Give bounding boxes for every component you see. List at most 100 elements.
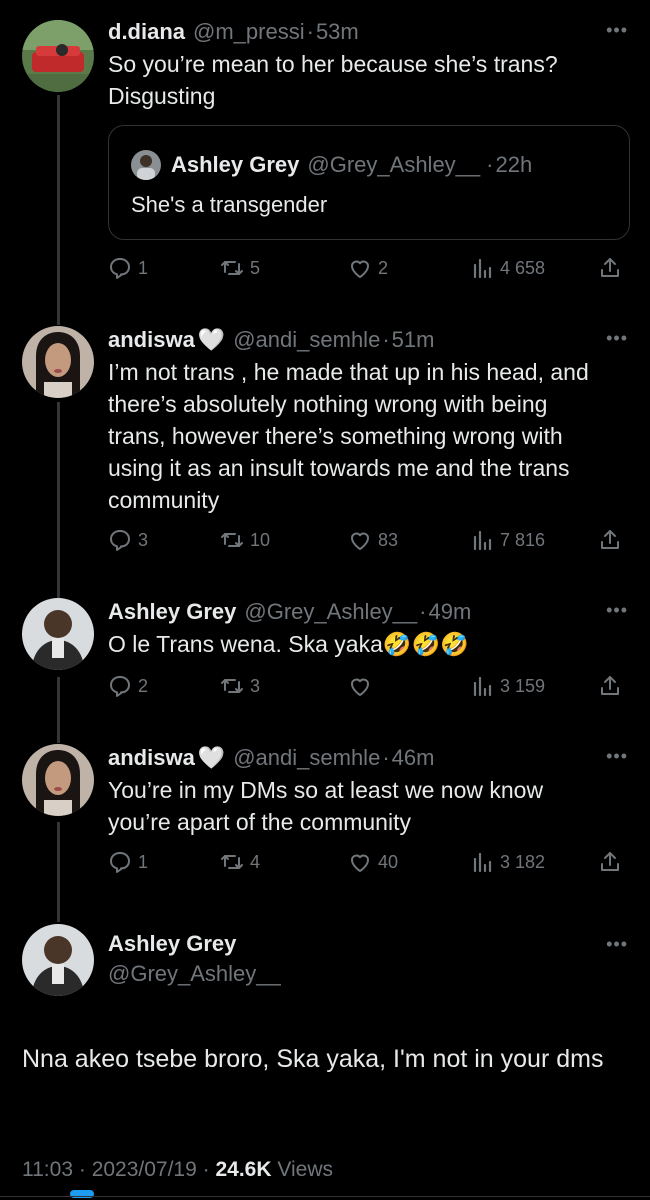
retweet-count: 5 [250, 257, 261, 278]
reply-button[interactable]: 1 [108, 850, 148, 874]
share-button[interactable] [598, 256, 628, 280]
reply-count: 3 [138, 529, 149, 550]
like-button[interactable]: 2 [348, 256, 388, 280]
retweet-button[interactable]: 5 [220, 256, 260, 280]
like-count: 2 [378, 257, 389, 278]
quoted-user-handle: @Grey_Ashley__ [307, 152, 481, 177]
more-options-icon[interactable]: ••• [606, 934, 628, 955]
retweet-icon [220, 256, 244, 280]
separator: · [382, 745, 390, 770]
laughing-emoji: 🤣🤣🤣 [382, 631, 469, 657]
heart-icon [348, 850, 372, 874]
display-name[interactable]: Ashley Grey [108, 930, 236, 958]
avatar[interactable] [22, 744, 94, 816]
heart-icon [348, 256, 372, 280]
like-count: 83 [378, 529, 399, 550]
avatar[interactable] [22, 598, 94, 670]
views-button[interactable]: 3 182 [470, 850, 545, 874]
retweet-icon [220, 850, 244, 874]
share-icon [598, 528, 622, 552]
tweet[interactable]: andiswa 🤍 @andi_semhle · 51m I’m not tran… [0, 320, 650, 580]
more-options-icon[interactable]: ••• [606, 20, 628, 41]
reply-count: 2 [138, 675, 149, 696]
more-options-icon[interactable]: ••• [606, 746, 628, 767]
reply-button[interactable]: 1 [108, 256, 148, 280]
retweet-button[interactable]: 4 [220, 850, 260, 874]
reply-count: 1 [138, 851, 149, 872]
display-name[interactable]: andiswa [108, 326, 195, 354]
tweet-actions: 2 3 3 159 [108, 674, 628, 704]
tweet-text: So you’re mean to her because she’s tran… [108, 51, 558, 109]
tweet-meta: 11:03 · 2023/07/19 · 24.6K Views [22, 1158, 333, 1182]
avatar[interactable] [22, 326, 94, 398]
tweet-header: d.diana @m_pressi · 53m [108, 18, 630, 46]
quoted-tweet-header: Ashley Grey @Grey_Ashley__ · 22h [131, 150, 532, 180]
timestamp[interactable]: 53m [316, 18, 359, 46]
quoted-display-name: Ashley Grey [171, 152, 300, 177]
user-handle[interactable]: @andi_semhle [233, 326, 380, 354]
divider [0, 1196, 650, 1197]
user-handle[interactable]: @m_pressi [193, 18, 305, 46]
separator: · [202, 1158, 210, 1181]
views-button[interactable]: 7 816 [470, 528, 545, 552]
view-count: 7 816 [500, 529, 546, 550]
tweet-text: O le Trans wena. Ska yaka🤣🤣🤣 [108, 628, 630, 660]
display-name[interactable]: Ashley Grey [108, 598, 236, 626]
reply-icon [108, 528, 132, 552]
tweet-actions: 3 10 83 7 816 [108, 528, 628, 558]
retweet-count: 10 [250, 529, 271, 550]
avatar[interactable] [22, 924, 94, 996]
user-handle[interactable]: @andi_semhle [233, 744, 380, 772]
user-handle[interactable]: @Grey_Ashley__ [244, 598, 417, 626]
like-button[interactable]: 83 [348, 528, 398, 552]
more-options-icon[interactable]: ••• [606, 328, 628, 349]
quoted-timestamp: 22h [495, 152, 533, 177]
views-button[interactable]: 3 159 [470, 674, 545, 698]
avatar[interactable] [22, 20, 94, 92]
tweet-actions: 1 5 2 4 658 [108, 256, 628, 286]
reply-icon [108, 674, 132, 698]
like-button[interactable]: 40 [348, 850, 398, 874]
heart-icon [348, 674, 372, 698]
heart-icon [348, 528, 372, 552]
user-handle[interactable]: @Grey_Ashley__ [108, 960, 281, 988]
timestamp[interactable]: 46m [392, 744, 435, 772]
like-button[interactable] [348, 674, 378, 698]
more-options-icon[interactable]: ••• [606, 600, 628, 621]
retweet-button[interactable]: 3 [220, 674, 260, 698]
timestamp[interactable]: 51m [392, 326, 435, 354]
display-name[interactable]: d.diana [108, 18, 185, 46]
share-icon [598, 674, 622, 698]
reply-icon [108, 256, 132, 280]
tweet-actions: 1 4 40 3 182 [108, 850, 628, 880]
reply-count: 1 [138, 257, 149, 278]
tweet-text: I’m not trans , he made that up in his h… [108, 359, 589, 513]
share-icon [598, 850, 622, 874]
reply-button[interactable]: 2 [108, 674, 148, 698]
timestamp[interactable]: 49m [428, 598, 471, 626]
tweet[interactable]: andiswa 🤍 @andi_semhle · 46m You’re in my… [0, 730, 650, 910]
share-icon [598, 256, 622, 280]
share-button[interactable] [598, 674, 628, 698]
quoted-avatar [131, 150, 161, 180]
separator: · [486, 152, 494, 177]
share-button[interactable] [598, 850, 628, 874]
views-icon [470, 850, 494, 874]
display-name[interactable]: andiswa [108, 744, 195, 772]
retweet-icon [220, 674, 244, 698]
tweet-header: Ashley Grey @Grey_Ashley__ · 49m [108, 598, 630, 626]
views-button[interactable]: 4 658 [470, 256, 545, 280]
reply-button[interactable]: 3 [108, 528, 148, 552]
quoted-tweet[interactable]: Ashley Grey @Grey_Ashley__ · 22h She's a… [108, 125, 630, 240]
tweet-header: andiswa 🤍 @andi_semhle · 46m [108, 744, 630, 772]
view-count: 4 658 [500, 257, 546, 278]
tweet-subheader: @Grey_Ashley__ [108, 960, 630, 988]
views-icon [470, 256, 494, 280]
white-heart-icon: 🤍 [197, 327, 226, 352]
tweet[interactable]: Ashley Grey @Grey_Ashley__ · 49m O le Tr… [0, 580, 650, 730]
post-date[interactable]: 2023/07/19 [92, 1158, 197, 1181]
post-time[interactable]: 11:03 [22, 1158, 73, 1181]
retweet-button[interactable]: 10 [220, 528, 270, 552]
tweet[interactable]: d.diana @m_pressi · 53m So you’re mean t… [0, 0, 650, 320]
share-button[interactable] [598, 528, 628, 552]
